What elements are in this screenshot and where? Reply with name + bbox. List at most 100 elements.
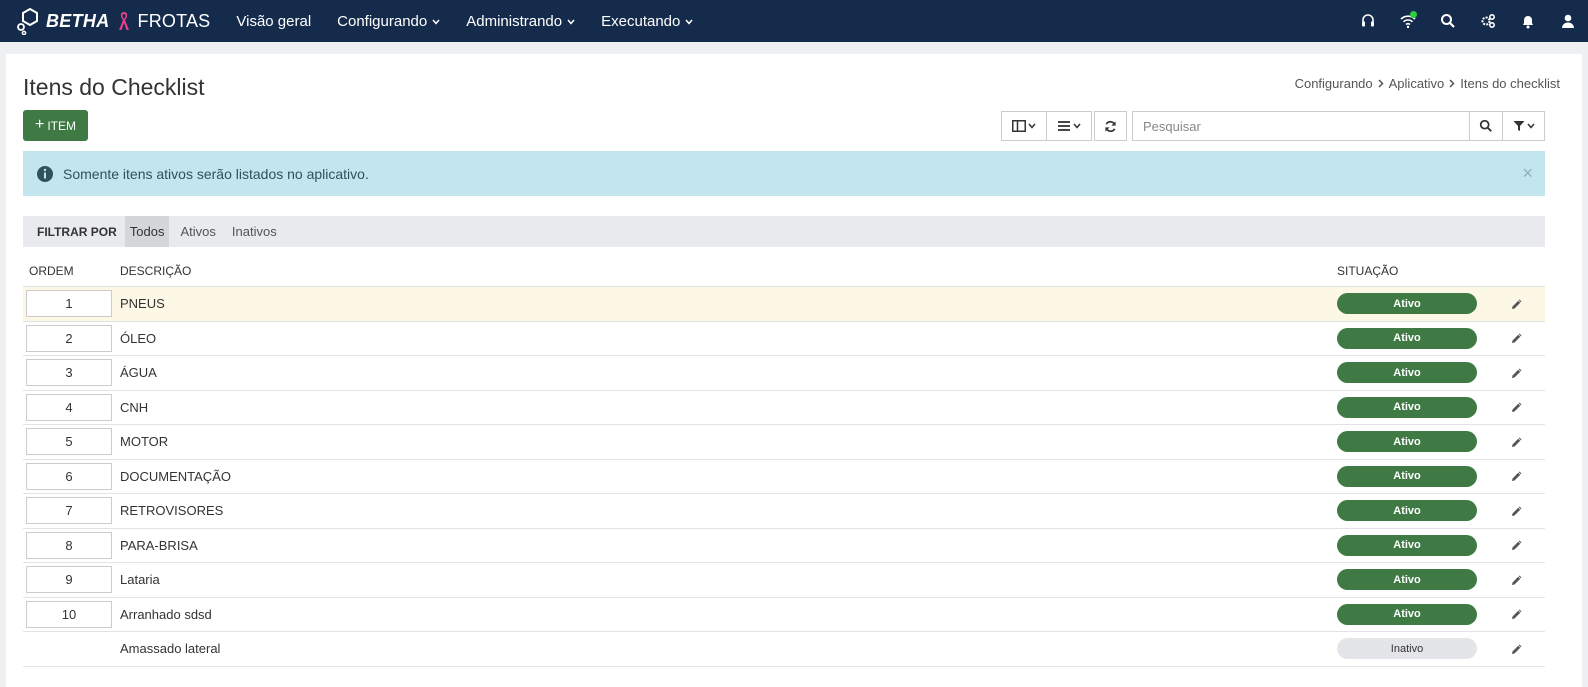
edit-pencil-icon[interactable] [1511,298,1523,310]
descricao-cell: MOTOR [120,434,169,450]
table-row[interactable]: 9 Lataria Ativo [23,563,1545,598]
edit-pencil-icon[interactable] [1511,367,1523,379]
info-alert: Somente itens ativos serão listados no a… [23,151,1545,196]
ordem-cell: 1 [23,290,120,318]
table-row[interactable]: 5 MOTOR Ativo [23,425,1545,460]
nav-label: Executando [601,12,681,30]
descricao-cell: Amassado lateral [120,641,221,657]
brand[interactable]: BETHA FROTAS [16,0,210,42]
chevron-down-icon [685,19,693,25]
status-badge: Ativo [1337,327,1477,349]
product-name: FROTAS [137,10,211,31]
ordem-cell: 4 [23,393,120,421]
edit-pencil-icon[interactable] [1511,574,1523,586]
add-item-label: ITEM [47,118,76,133]
edit-pencil-icon[interactable] [1511,401,1523,413]
headset-icon[interactable] [1348,0,1388,42]
status-badge: Ativo [1337,293,1477,315]
bell-icon[interactable] [1508,0,1548,42]
checklist-table: ORDEM DESCRIÇÃO SITUAÇÃO 1 PNEUS Ativo 2 ÓLE… [23,256,1545,667]
wifi-icon[interactable] [1388,0,1428,42]
ordem-cell: 7 [23,497,120,525]
nav-administrando[interactable]: Administrando [466,13,575,30]
chevron-right-icon [1449,79,1455,88]
edit-pencil-icon[interactable] [1511,643,1523,655]
descricao-cell: ÓLEO [120,330,157,346]
brand-name: BETHA [46,10,110,31]
ordem-cell: 9 [23,566,120,594]
descricao-cell: DOCUMENTAÇÃO [120,468,231,484]
ordem-input[interactable]: 7 [26,497,112,525]
chevron-down-icon [1028,123,1036,129]
ordem-input[interactable]: 8 [26,531,112,559]
edit-pencil-icon[interactable] [1511,539,1523,551]
edit-pencil-icon[interactable] [1511,608,1523,620]
search-button[interactable] [1469,111,1504,141]
ordem-input[interactable]: 4 [26,393,112,421]
table-body: 1 PNEUS Ativo 2 ÓLEO Ativo 3 ÁGUA Ativo 4 CNH Ativo… [23,287,1545,667]
nav-executando[interactable]: Executando [601,13,693,30]
pink-ribbon-icon [118,12,129,30]
close-icon[interactable]: × [1522,163,1533,183]
nav-configurando[interactable]: Configurando [337,13,440,30]
nav-visao-geral[interactable]: Visão geral [236,13,311,30]
add-item-button[interactable]: + ITEM [23,110,88,141]
refresh-button[interactable] [1094,111,1127,141]
table-row[interactable]: 4 CNH Ativo [23,391,1545,425]
status-badge: Ativo [1337,500,1477,522]
nav-label: Administrando [466,12,563,30]
edit-pencil-icon[interactable] [1511,505,1523,517]
columns-icon [1012,120,1026,132]
table-header: ORDEM DESCRIÇÃO SITUAÇÃO [23,256,1545,287]
ordem-input[interactable]: 2 [26,324,112,352]
ordem-cell: 3 [23,359,120,387]
search-icon[interactable] [1428,0,1468,42]
descricao-cell: PARA-BRISA [120,537,198,553]
ordem-cell: 2 [23,324,120,352]
header-descricao[interactable]: DESCRIÇÃO [120,264,1337,278]
descricao-cell: PNEUS [120,296,165,312]
table-row[interactable]: 8 PARA-BRISA Ativo [23,529,1545,563]
filter-tab-ativos[interactable]: Ativos [175,216,220,247]
chevron-right-icon [1378,79,1384,88]
advanced-filter-button[interactable] [1503,111,1545,141]
table-row[interactable]: 6 DOCUMENTAÇÃO Ativo [23,460,1545,494]
density-toggle-button[interactable] [1047,111,1092,141]
edit-pencil-icon[interactable] [1511,332,1523,344]
ordem-input[interactable]: 1 [26,290,112,318]
chevron-down-icon [1526,123,1535,129]
ordem-input[interactable]: 5 [26,428,112,456]
descricao-cell: Lataria [120,572,160,588]
search-icon [1480,119,1493,132]
header-ordem[interactable]: ORDEM [23,264,120,278]
table-row[interactable]: Amassado lateral Inativo [23,632,1545,667]
edit-pencil-icon[interactable] [1511,470,1523,482]
user-icon[interactable] [1548,0,1588,42]
page-title: Itens do Checklist [23,74,205,100]
table-row[interactable]: 3 ÁGUA Ativo [23,356,1545,391]
table-row[interactable]: 1 PNEUS Ativo [23,287,1545,322]
chevron-down-icon [567,19,575,25]
search-input[interactable] [1132,111,1470,141]
filter-tab-inativos[interactable]: Inativos [227,216,282,247]
breadcrumb-item[interactable]: Configurando [1295,76,1373,91]
table-row[interactable]: 10 Arranhado sdsd Ativo [23,598,1545,632]
ordem-input[interactable]: 6 [26,462,112,490]
ordem-input[interactable]: 10 [26,600,112,628]
ordem-input[interactable]: 3 [26,359,112,387]
status-badge: Ativo [1337,569,1477,591]
header-situacao[interactable]: SITUAÇÃO [1337,264,1545,278]
apps-icon[interactable] [1468,0,1508,42]
table-row[interactable]: 7 RETROVISORES Ativo [23,494,1545,529]
edit-pencil-icon[interactable] [1511,436,1523,448]
table-row[interactable]: 2 ÓLEO Ativo [23,322,1545,356]
chevron-down-icon [1073,123,1081,129]
columns-toggle-button[interactable] [1001,111,1047,141]
chevron-down-icon [432,19,440,25]
status-badge: Ativo [1337,534,1477,556]
breadcrumb-item[interactable]: Aplicativo [1389,76,1445,91]
plus-icon: + [34,115,45,133]
filter-tab-todos[interactable]: Todos [124,216,170,247]
ordem-input[interactable]: 9 [26,566,112,594]
nav-label: Configurando [337,12,428,30]
